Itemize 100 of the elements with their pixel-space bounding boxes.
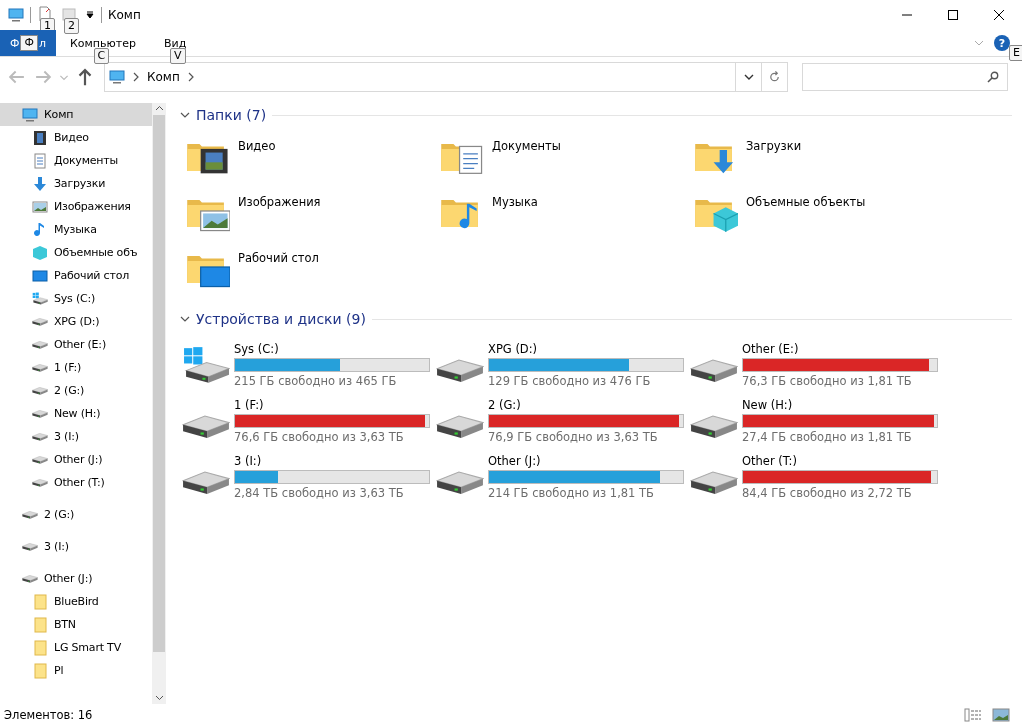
drive-icon	[22, 574, 38, 583]
drive-icon	[32, 386, 48, 395]
sidebar-item[interactable]: Other (E:)	[0, 333, 152, 356]
keytip: E	[1009, 45, 1022, 61]
keytip: V	[170, 48, 186, 64]
desktop-icon	[32, 267, 48, 284]
sidebar-item[interactable]: 3 (I:)	[0, 535, 152, 558]
sidebar-item[interactable]: BTN	[0, 613, 152, 636]
sidebar-item[interactable]: Pl	[0, 659, 152, 682]
sidebar-item[interactable]: Рабочий стол	[0, 264, 152, 287]
free-space-text: 27,4 ГБ свободно из 1,81 ТБ	[742, 430, 913, 444]
folder-icon	[32, 662, 48, 679]
drive-icon	[32, 409, 48, 418]
maximize-icon	[948, 10, 958, 20]
sidebar-item[interactable]: Other (J:)	[0, 567, 152, 590]
system-drive-icon	[32, 292, 48, 305]
folder-label[interactable]: Изображения	[238, 195, 321, 209]
drive-label[interactable]: XPG (D:)	[488, 342, 684, 356]
free-space-text: 215 ГБ свободно из 465 ГБ	[234, 374, 398, 388]
window-title: Комп	[108, 8, 141, 22]
breadcrumb[interactable]: Комп	[147, 70, 180, 84]
folder-label[interactable]: Документы	[492, 139, 561, 153]
address-bar[interactable]: Комп	[104, 62, 788, 92]
picture-icon	[32, 198, 48, 215]
free-space-text: 76,6 ГБ свободно из 3,63 ТБ	[234, 430, 405, 444]
drive-icon	[32, 455, 48, 464]
scrollbar[interactable]	[152, 103, 166, 704]
new-folder-icon[interactable]	[61, 6, 77, 22]
sidebar-item[interactable]: BlueBird	[0, 590, 152, 613]
details-view-icon[interactable]	[964, 708, 984, 722]
folder-label[interactable]: Загрузки	[746, 139, 802, 153]
sidebar-item[interactable]: Объемные объ	[0, 241, 152, 264]
free-space-text: 129 ГБ свободно из 476 ГБ	[488, 374, 652, 388]
film-icon	[32, 129, 48, 146]
sidebar-item[interactable]: Комп	[0, 103, 152, 126]
drive-label[interactable]: 2 (G:)	[488, 398, 684, 412]
computer-icon	[8, 7, 24, 23]
file-tab[interactable]: Ф Ф л	[0, 30, 56, 56]
cube-icon	[32, 244, 48, 261]
sidebar-item[interactable]: New (H:)	[0, 402, 152, 425]
search-icon	[987, 71, 999, 83]
search-field[interactable]	[802, 63, 1008, 91]
close-icon	[994, 10, 1004, 20]
drive-label[interactable]: Sys (C:)	[234, 342, 430, 356]
sidebar-item[interactable]: Видео	[0, 126, 152, 149]
chevron-icon	[743, 72, 754, 82]
chevron-icon[interactable]	[180, 110, 190, 120]
dropdown-icon[interactable]	[85, 10, 95, 20]
drive-label[interactable]: Other (J:)	[488, 454, 684, 468]
computer-icon	[109, 69, 125, 85]
drive-icon	[22, 510, 38, 519]
folder-label[interactable]: Объемные объекты	[746, 195, 866, 209]
section-header[interactable]: Папки (7)	[196, 107, 267, 123]
sidebar-item[interactable]: Документы	[0, 149, 152, 172]
drive-label[interactable]: Other (T:)	[742, 454, 938, 468]
sidebar-item[interactable]: 3 (I:)	[0, 425, 152, 448]
large-icons-view-icon[interactable]	[992, 708, 1010, 722]
down-arrow-icon	[32, 175, 48, 192]
section-header[interactable]: Устройства и диски (9)	[196, 311, 366, 327]
folder-label[interactable]: Рабочий стол	[238, 251, 319, 265]
chevron-icon[interactable]	[180, 314, 190, 324]
free-space-text: 76,9 ГБ свободно из 3,63 ТБ	[488, 430, 659, 444]
sidebar-item[interactable]: Other (J:)	[0, 448, 152, 471]
sidebar-item[interactable]: 1 (F:)	[0, 356, 152, 379]
sidebar-item[interactable]: Загрузки	[0, 172, 152, 195]
refresh-icon	[768, 70, 781, 84]
item-count: Элементов: 16	[4, 708, 93, 722]
folder-label[interactable]: Видео	[238, 139, 276, 153]
folder-label[interactable]: Музыка	[492, 195, 538, 209]
drive-label[interactable]: New (H:)	[742, 398, 938, 412]
folder-icon	[32, 593, 48, 610]
drive-icon	[32, 340, 48, 349]
drive-icon	[32, 363, 48, 372]
folder-icon	[32, 639, 48, 656]
drive-icon	[32, 478, 48, 487]
drive-icon	[22, 542, 38, 551]
sidebar-item[interactable]: Музыка	[0, 218, 152, 241]
sidebar-item[interactable]: Sys (C:)	[0, 287, 152, 310]
keytip: 2	[64, 18, 79, 34]
free-space-text: 84,4 ГБ свободно из 2,72 ТБ	[742, 486, 913, 500]
drive-icon	[32, 317, 48, 326]
sidebar-item[interactable]: Изображения	[0, 195, 152, 218]
document-icon	[32, 152, 48, 169]
help-button[interactable]: ?	[994, 35, 1010, 51]
sidebar-item[interactable]: Other (T:)	[0, 471, 152, 494]
chevron-icon[interactable]	[131, 72, 141, 82]
drive-label[interactable]: 1 (F:)	[234, 398, 430, 412]
sidebar-item[interactable]: LG Smart TV	[0, 636, 152, 659]
folder-icon	[32, 616, 48, 633]
free-space-text: 214 ГБ свободно из 1,81 ТБ	[488, 486, 655, 500]
drive-icon	[32, 432, 48, 441]
free-space-text: 76,3 ГБ свободно из 1,81 ТБ	[742, 374, 913, 388]
sidebar-item[interactable]: 2 (G:)	[0, 503, 152, 526]
drive-label[interactable]: Other (E:)	[742, 342, 938, 356]
drive-label[interactable]: 3 (I:)	[234, 454, 430, 468]
computer-icon	[22, 106, 38, 123]
sidebar-item[interactable]: 2 (G:)	[0, 379, 152, 402]
keytip: C	[93, 48, 110, 64]
free-space-text: 2,84 ТБ свободно из 3,63 ТБ	[234, 486, 405, 500]
sidebar-item[interactable]: XPG (D:)	[0, 310, 152, 333]
